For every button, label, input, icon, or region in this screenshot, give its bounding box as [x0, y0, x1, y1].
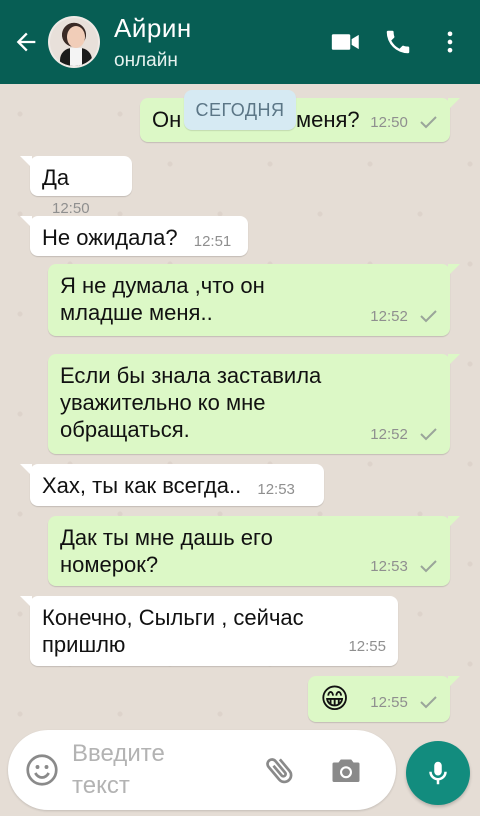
paperclip-icon — [266, 758, 293, 784]
single-check-icon — [420, 696, 437, 709]
message-input[interactable]: Введите текст — [72, 738, 242, 802]
message-bubble[interactable]: Да 12:50 — [20, 156, 132, 217]
camera-icon — [332, 759, 360, 782]
placeholder-line: текст — [72, 772, 130, 799]
more-options-button[interactable] — [424, 0, 476, 84]
message-time: 12:52 — [370, 426, 408, 443]
message-bubble[interactable]: Дак ты мне дашь его номерок? 12:53 — [48, 516, 460, 586]
message-time: 12:55 — [348, 638, 386, 655]
smiley-icon — [26, 754, 58, 786]
message-time: 12:51 — [193, 233, 232, 250]
message-text: Он — [152, 107, 182, 132]
message-time: 12:55 — [370, 694, 408, 711]
avatar[interactable] — [48, 16, 100, 68]
message-time: 12:50 — [370, 114, 408, 131]
voice-call-button[interactable] — [372, 0, 424, 84]
contact-name: Айрин — [114, 12, 192, 43]
message-text: Хах, ты как всегда.. — [42, 473, 242, 498]
camera-button[interactable] — [328, 752, 364, 788]
message-meta: 12:55 — [370, 689, 438, 716]
message-text-line: Я не думала ,что он — [60, 273, 265, 298]
contact-status: онлайн — [114, 49, 178, 71]
message-text: Не ожидала? — [42, 225, 178, 250]
message-text-line: уважительно ко мне — [60, 390, 266, 415]
single-check-icon — [420, 310, 437, 323]
message-bubble[interactable]: Хах, ты как всегда.. 12:53 — [20, 464, 324, 506]
arrow-left-icon — [16, 32, 36, 52]
message-bubble[interactable]: 😁 12:55 — [308, 676, 460, 722]
message-time: 12:52 — [370, 308, 408, 325]
more-vertical-icon — [447, 31, 453, 53]
contact-info[interactable]: Айрин онлайн — [114, 13, 320, 72]
video-camera-icon — [331, 34, 359, 50]
message-bubble[interactable]: Я не думала ,что он младше меня.. 12:52 — [48, 264, 460, 336]
message-bubble[interactable]: Конечно, Сыльги , сейчас пришлю 12:55 — [20, 596, 398, 666]
message-text-line: Конечно, Сыльги , сейчас — [42, 605, 304, 630]
video-call-button[interactable] — [320, 0, 372, 84]
message-time: 12:53 — [370, 558, 408, 575]
emoji-button[interactable] — [24, 752, 60, 788]
back-button[interactable] — [4, 0, 48, 84]
single-check-icon — [420, 560, 437, 573]
voice-record-button[interactable] — [406, 741, 470, 805]
message-time: 12:53 — [257, 481, 295, 498]
message-composer: Введите текст — [8, 730, 396, 810]
message-meta: 12:52 — [370, 303, 438, 330]
single-check-icon — [420, 428, 437, 441]
message-text-line: пришлю — [42, 632, 126, 657]
message-text: Да — [42, 165, 70, 190]
phone-icon — [386, 30, 410, 54]
placeholder-line: Введите — [72, 740, 165, 767]
chat-header: Айрин онлайн — [0, 0, 480, 84]
message-text: меня? — [296, 107, 360, 132]
message-text-line: Дак ты мне дашь его — [60, 525, 273, 550]
message-bubble[interactable]: Если бы знала заставила уважительно ко м… — [48, 354, 460, 454]
single-check-icon — [420, 116, 437, 129]
emoji-message: 😁 — [320, 683, 350, 714]
chat-area[interactable]: Он меня? 12:50 СЕГОДНЯ Да 12:50 Не ожида… — [0, 84, 480, 730]
date-separator: СЕГОДНЯ — [184, 90, 296, 130]
message-meta: 12:52 — [370, 421, 438, 448]
message-meta: 12:50 — [370, 109, 438, 136]
message-bubble[interactable]: Не ожидала? 12:51 — [20, 216, 248, 256]
microphone-icon — [429, 761, 447, 785]
message-text-line: Если бы знала заставила — [60, 363, 322, 388]
message-meta: 12:53 — [370, 553, 438, 580]
attach-button[interactable] — [262, 752, 298, 788]
